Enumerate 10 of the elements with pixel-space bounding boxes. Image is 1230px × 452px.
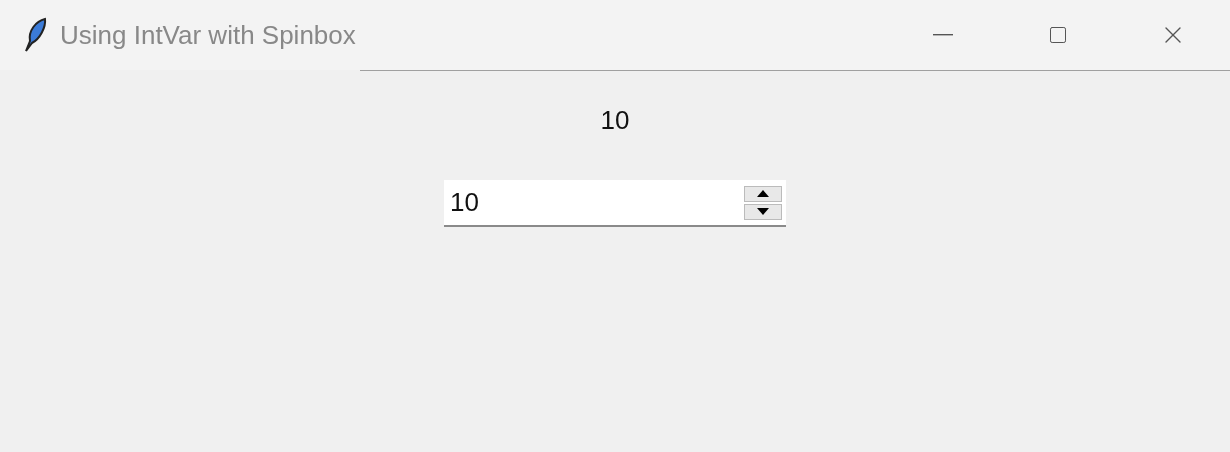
- up-arrow-icon: [757, 190, 769, 197]
- decrement-button[interactable]: [744, 203, 782, 220]
- increment-button[interactable]: [744, 185, 782, 202]
- spinbox-field[interactable]: 10: [444, 180, 744, 227]
- down-arrow-icon: [757, 208, 769, 215]
- feather-icon: [22, 17, 48, 53]
- value-label: 10: [600, 105, 630, 136]
- window-title: Using IntVar with Spinbox: [60, 19, 356, 51]
- minimize-icon: [932, 34, 953, 36]
- maximize-icon: [1047, 25, 1068, 45]
